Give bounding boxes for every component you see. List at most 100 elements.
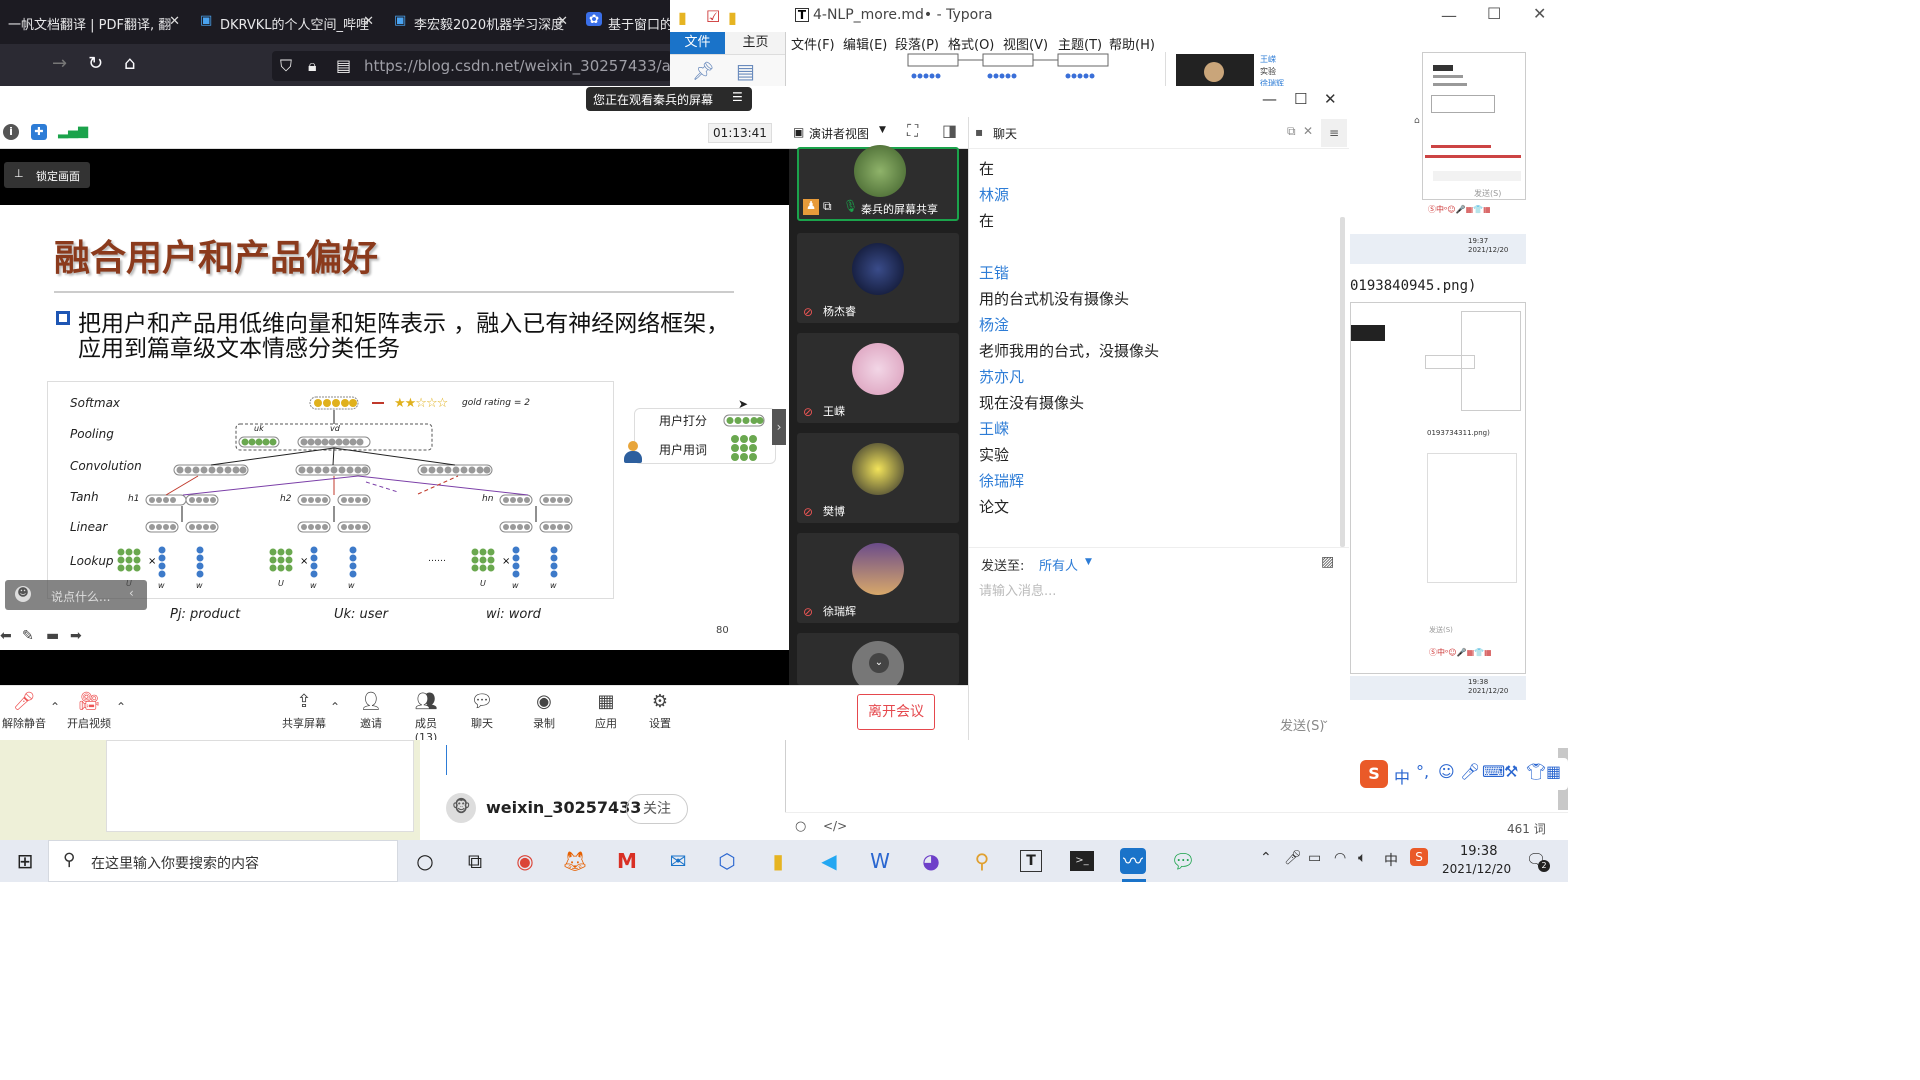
lock-icon[interactable]: 🔒︎ [308, 56, 317, 76]
lock-screen-button[interactable]: ⊥ 锁定画面 [4, 162, 90, 188]
reload-icon[interactable]: ↻ [88, 53, 103, 74]
forward-icon[interactable]: → [52, 53, 67, 74]
chevron-down-icon[interactable]: ▼ [1085, 557, 1092, 567]
browser-tab[interactable]: 一帆文档翻译 | PDF翻译, 翻 ✕ [0, 8, 186, 38]
members-button[interactable]: 👥︎ 成员(13) [404, 691, 448, 744]
leave-meeting-button[interactable]: 离开会议 [857, 694, 935, 730]
minimize-icon[interactable]: — [1441, 6, 1457, 25]
settings-button[interactable]: ⚙ 设置 [646, 691, 674, 731]
comment-input[interactable]: ☻ 说点什么... ‹ [5, 580, 147, 610]
battery-icon[interactable]: ▭ [1308, 850, 1321, 866]
sogou-icon[interactable]: S [1410, 848, 1428, 866]
follow-button[interactable]: 关注 [626, 794, 688, 824]
vscode-icon[interactable]: ◀ [816, 848, 842, 874]
chevron-up-icon[interactable]: ⌃ [1260, 850, 1272, 866]
sogou-icon[interactable]: S [1360, 760, 1388, 788]
firefox-icon[interactable]: 🦊︎ [562, 848, 588, 874]
url-text[interactable]: https://blog.csdn.net/weixin_30257433/ar… [364, 57, 699, 75]
address-bar[interactable]: ⛉ 🔒︎ ▤ https://blog.csdn.net/weixin_3025… [272, 51, 699, 81]
punctuation-icon[interactable]: °, [1416, 762, 1429, 781]
maximize-icon[interactable]: ☐ [1487, 4, 1501, 23]
search-tool-icon[interactable]: ⚲ [969, 848, 995, 874]
send-to-dropdown[interactable]: 所有人 [1039, 555, 1078, 574]
shield-icon[interactable]: ⛉ [280, 56, 292, 76]
close-icon[interactable]: ✕ [1303, 124, 1313, 138]
emoji-icon[interactable]: ☺ [1438, 762, 1455, 781]
video-tile[interactable]: ♟ ⧉ 🎙︎ 秦兵的屏幕共享 [797, 145, 959, 221]
copy-icon[interactable]: ▤ [736, 59, 755, 83]
close-icon[interactable]: ✕ [1533, 4, 1546, 23]
chat-scrollbar[interactable] [1340, 217, 1345, 547]
ime-toolbar[interactable]: S 中 °, ☺ 🎤︎ ⌨ ⚒ 👕︎ ▦ [1358, 758, 1568, 790]
mic-icon[interactable]: 🎤︎ [1460, 762, 1480, 781]
clock-date[interactable]: 2021/12/20 [1442, 862, 1511, 876]
cortana-icon[interactable]: ○ [412, 848, 438, 874]
next-slide-icon[interactable]: ➡ [70, 628, 82, 644]
fullscreen-icon[interactable]: ⛶ [907, 121, 918, 141]
chevron-up-icon[interactable]: ⌃ [116, 700, 126, 714]
menu-file[interactable]: 文件(F) [791, 34, 835, 53]
video-tile[interactable]: ⊘ 王嵘 [797, 333, 959, 423]
share-screen-button[interactable]: ⇪ 共享屏幕 [281, 691, 327, 731]
screen-share-banner[interactable]: 您正在观看秦兵的屏幕 ☰ [586, 87, 752, 111]
chevron-up-icon[interactable]: ⌃ [50, 700, 60, 714]
close-tab-icon[interactable]: ✕ [169, 14, 180, 29]
collapse-icon[interactable]: ‹ [129, 586, 134, 600]
word-count[interactable]: 461 词 [1507, 820, 1546, 837]
signal-icon[interactable]: ▂▄▆ [58, 124, 88, 139]
ribbon-tab-file[interactable]: 文件 [670, 32, 725, 54]
mic-icon[interactable]: 🎤︎ [1284, 850, 1302, 866]
menu-format[interactable]: 格式(O) [948, 34, 994, 53]
maximize-icon[interactable]: ☐ [1294, 90, 1307, 108]
record-button[interactable]: ◉ 录制 [530, 691, 558, 731]
video-tile[interactable]: ⊘ 杨杰睿 [797, 233, 959, 323]
file-explorer-icon[interactable]: ▮ [765, 848, 791, 874]
wps-icon[interactable]: W [867, 848, 893, 874]
pin-icon[interactable]: 📌︎ [692, 61, 715, 82]
shield-icon[interactable]: ✚ [31, 124, 47, 140]
apps-button[interactable]: ▦ 应用 [592, 691, 620, 731]
view-mode-dropdown[interactable]: ▣ 演讲者视图 ▼ [787, 123, 895, 143]
pen-icon[interactable]: ✎ [22, 628, 34, 644]
browser-tab[interactable]: ✿ 基于窗口的 [580, 8, 670, 38]
video-tile[interactable]: ⊘ 徐瑞辉 [797, 533, 959, 623]
video-tile[interactable]: ⌄ [797, 633, 959, 693]
browser-tab[interactable]: ▣ DKRVKL的个人空间_哔哩 ✕ [192, 8, 380, 38]
skin-icon[interactable]: 👕︎ [1526, 762, 1546, 781]
close-tab-icon[interactable]: ✕ [557, 14, 568, 29]
task-view-icon[interactable]: ⧉ [462, 848, 488, 874]
menu-edit[interactable]: 编辑(E) [843, 34, 887, 53]
taskbar-search[interactable]: ⚲ 在这里输入你要搜索的内容 [48, 840, 398, 882]
windows-start-icon[interactable]: ⊞ [12, 848, 38, 874]
close-tab-icon[interactable]: ✕ [363, 14, 374, 29]
start-video-button[interactable]: 🎥︎ 开启视频 [66, 691, 112, 731]
collapse-panel-button[interactable]: › [772, 409, 786, 445]
menu-icon[interactable]: ☰ [732, 90, 743, 104]
3d-viewer-icon[interactable]: ⬡ [714, 848, 740, 874]
grid-icon[interactable]: ▦ [1546, 762, 1561, 781]
typora-icon[interactable]: T [1020, 850, 1042, 872]
author-name[interactable]: weixin_30257433 [486, 798, 641, 817]
unmute-button[interactable]: 🎤︎ 解除静音 [2, 691, 46, 731]
volume-icon[interactable]: 🔈︎ [1358, 850, 1366, 866]
emoji-icon[interactable]: ☻ [15, 586, 31, 602]
tencent-meeting-icon[interactable]: 〰 [1120, 848, 1146, 874]
menu-theme[interactable]: 主题(T) [1058, 34, 1102, 53]
video-tile[interactable]: ⊘ 樊博 [797, 433, 959, 523]
scroll-down-icon[interactable]: ⌄ [869, 653, 889, 673]
reader-icon[interactable]: ▤ [336, 56, 351, 75]
keyboard-icon[interactable]: ⌨ [1482, 762, 1505, 781]
terminal-icon[interactable]: >_ [1070, 851, 1094, 871]
chat-input[interactable]: 请输入消息... [979, 580, 1056, 599]
notes-icon[interactable]: ▬ [46, 628, 59, 644]
prev-slide-icon[interactable]: ⬅ [0, 628, 12, 644]
ribbon-tab-home[interactable]: 主页 [728, 32, 783, 54]
close-icon[interactable]: ✕ [1324, 90, 1337, 108]
ime-mode[interactable]: 中 [1394, 764, 1410, 788]
image-icon[interactable]: ▨ [1321, 554, 1334, 570]
info-icon[interactable]: i [3, 124, 19, 140]
github-icon[interactable]: ◕ [918, 848, 944, 874]
chat-button[interactable]: 💬︎ 聊天 [468, 691, 496, 731]
mail-icon[interactable]: ✉ [665, 848, 691, 874]
ime-indicator[interactable]: 中 [1384, 850, 1398, 870]
